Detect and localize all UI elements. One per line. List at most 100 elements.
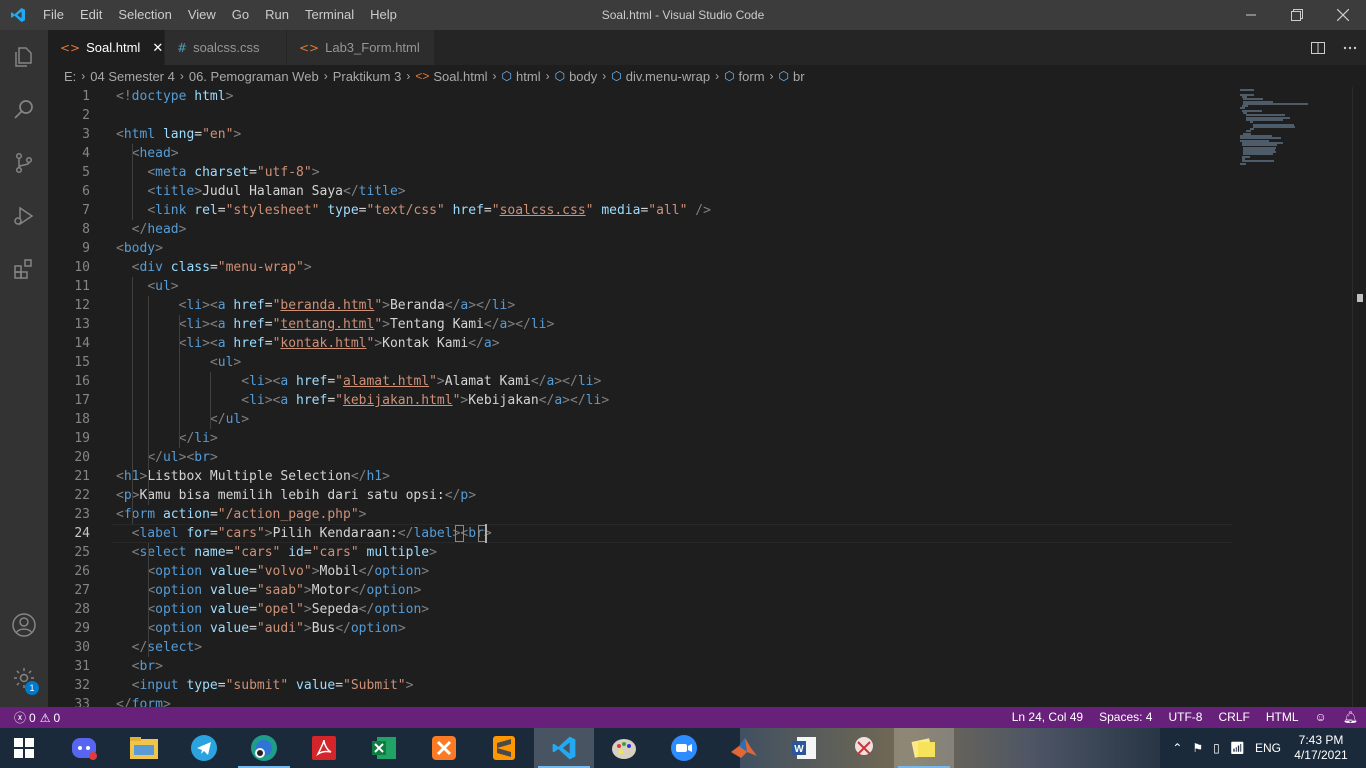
minimap[interactable] (1232, 87, 1352, 707)
code-line: 27 <option value="saab">Motor</option> (48, 581, 1232, 600)
more-actions-icon[interactable] (1334, 30, 1366, 65)
error-count: 0 (29, 710, 36, 725)
search-icon[interactable] (0, 83, 48, 136)
paint-icon[interactable] (594, 728, 654, 768)
tab-label: Soal.html (86, 40, 141, 55)
xampp-icon[interactable] (414, 728, 474, 768)
line-number: 19 (74, 431, 90, 446)
menu-go[interactable]: Go (224, 0, 257, 30)
breadcrumb-item[interactable]: ⬡ body (555, 69, 598, 84)
menu-file[interactable]: File (35, 0, 72, 30)
code-editor[interactable]: 1 <!doctype html> 2 3 <html lang="en"> 4 <hea… (48, 87, 1366, 707)
acrobat-icon[interactable] (294, 728, 354, 768)
menu-terminal[interactable]: Terminal (297, 0, 362, 30)
vscode-logo-icon (0, 0, 35, 30)
breadcrumb-item[interactable]: ⬡ div.menu-wrap (611, 69, 710, 84)
word-icon[interactable]: W (774, 728, 834, 768)
breadcrumb-item[interactable]: ⬡ br (779, 69, 805, 84)
breadcrumb-item[interactable]: 04 Semester 4 (90, 69, 175, 84)
line-number: 6 (82, 184, 90, 199)
edge-icon[interactable] (234, 728, 294, 768)
matlab-icon[interactable] (714, 728, 774, 768)
html-file-icon: <> (415, 69, 430, 83)
breadcrumb-label: 06. Pemograman Web (188, 68, 319, 84)
code-line: 14 <li><a href="kontak.html">Kontak Kami… (48, 334, 1232, 353)
menu-view[interactable]: View (180, 0, 224, 30)
code-line: 17 <li><a href="kebijakan.html">Kebijaka… (48, 391, 1232, 410)
line-number: 8 (82, 222, 90, 237)
menu-selection[interactable]: Selection (110, 0, 179, 30)
breadcrumb-label: html (516, 68, 541, 84)
discord-icon[interactable] (54, 728, 114, 768)
line-number: 31 (74, 659, 90, 674)
minimize-button[interactable] (1228, 0, 1274, 30)
problems-indicator[interactable]: ⓧ 0 ⚠ 0 (14, 709, 60, 726)
run-debug-icon[interactable] (0, 189, 48, 242)
clock[interactable]: 7:43 PM 4/17/2021 (1286, 733, 1356, 763)
zoom-icon[interactable] (654, 728, 714, 768)
menu-help[interactable]: Help (362, 0, 405, 30)
breadcrumb-item[interactable]: 06. Pemograman Web (189, 69, 319, 84)
cursor-position[interactable]: Ln 24, Col 49 (1004, 707, 1091, 728)
accounts-icon[interactable] (0, 601, 48, 649)
extensions-icon[interactable] (0, 242, 48, 295)
code-text: <option value="audi">Bus</option> (147, 621, 406, 636)
close-window-button[interactable] (1320, 0, 1366, 30)
end-of-line[interactable]: CRLF (1210, 707, 1257, 728)
breadcrumb-label: 04 Semester 4 (90, 68, 175, 84)
vertical-scrollbar[interactable] (1352, 87, 1366, 707)
breadcrumb-item[interactable]: <> Soal.html (415, 69, 487, 84)
tab-lab3-form-html[interactable]: <> Lab3_Form.html (287, 30, 435, 65)
windows-start-icon[interactable] (0, 728, 48, 768)
menu-edit[interactable]: Edit (72, 0, 110, 30)
battery-icon[interactable]: ▯ (1208, 741, 1225, 755)
code-text: <li><a href="tentang.html">Tentang Kami<… (178, 317, 555, 332)
file-explorer-icon[interactable] (114, 728, 174, 768)
breadcrumb-item[interactable]: ⬡ html (502, 69, 541, 84)
clock-time: 7:43 PM (1298, 733, 1344, 747)
sticky-notes-icon[interactable] (894, 728, 954, 768)
manage-gear-icon[interactable]: 1 (0, 654, 48, 702)
status-bar: ⓧ 0 ⚠ 0 Ln 24, Col 49 Spaces: 4 UTF-8 CR… (0, 707, 1366, 728)
close-icon[interactable]: ✕ (152, 40, 163, 56)
source-control-icon[interactable] (0, 136, 48, 189)
split-editor-icon[interactable] (1302, 30, 1334, 65)
error-icon: ⓧ (14, 711, 27, 725)
network-signal-icon[interactable]: 📶︎ (1225, 741, 1250, 755)
tab-soalcss-css[interactable]: # soalcss.css (165, 30, 287, 65)
language-mode[interactable]: HTML (1258, 707, 1307, 728)
breadcrumb-item[interactable]: ⬡ form (724, 69, 764, 84)
code-line: 32 <input type="submit" value="Submit"> (48, 676, 1232, 695)
code-line: 28 <option value="opel">Sepeda</option> (48, 600, 1232, 619)
line-number: 24 (74, 526, 90, 541)
show-hidden-icons-chevron-icon[interactable]: ⌃ (1167, 741, 1187, 755)
sublime-text-icon[interactable] (474, 728, 534, 768)
warning-icon: ⚠ (39, 710, 51, 725)
encoding[interactable]: UTF-8 (1160, 707, 1210, 728)
excel-icon[interactable] (354, 728, 414, 768)
minimap-line (1241, 160, 1274, 163)
flag-icon[interactable]: ⚑ (1187, 741, 1208, 755)
menu-run[interactable]: Run (257, 0, 297, 30)
restore-button[interactable] (1274, 0, 1320, 30)
symbol-icon: ⬡ (554, 69, 566, 83)
feedback-icon[interactable]: ☺ (1307, 707, 1335, 728)
code-line: 6 <title>Judul Halaman Saya</title> (48, 182, 1232, 201)
html-file-icon: <> (60, 40, 81, 55)
tab-soal-html[interactable]: <> Soal.html ✕ (48, 30, 165, 65)
breadcrumb-item[interactable]: Praktikum 3 (333, 69, 402, 84)
code-text: <li><a href="beranda.html">Beranda</a></… (178, 298, 516, 313)
input-language[interactable]: ENG (1250, 741, 1286, 755)
code-text: <li><a href="kebijakan.html">Kebijakan</… (241, 393, 610, 408)
indentation[interactable]: Spaces: 4 (1091, 707, 1160, 728)
breadcrumb-item[interactable]: E: (64, 69, 76, 84)
snipping-tool-icon[interactable] (834, 728, 894, 768)
chevron-right-icon: › (602, 69, 607, 83)
notifications-bell-icon[interactable]: 🔔︎ (1335, 707, 1366, 728)
line-number: 18 (74, 412, 90, 427)
line-number: 27 (74, 583, 90, 598)
explorer-icon[interactable] (0, 30, 48, 83)
telegram-icon[interactable] (174, 728, 234, 768)
vscode-icon[interactable] (534, 728, 594, 768)
chevron-right-icon: › (715, 69, 720, 83)
